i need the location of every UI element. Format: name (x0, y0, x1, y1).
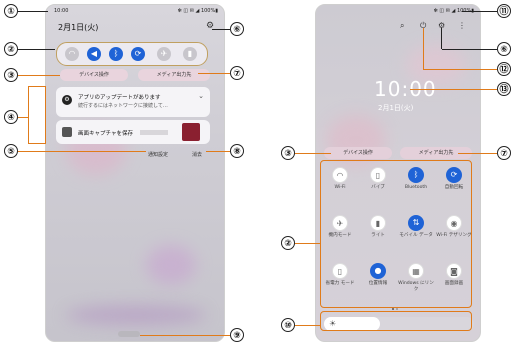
callout-line (18, 151, 146, 153)
callout-5: ⑤ (4, 144, 18, 158)
screenshot-thumbnail (182, 123, 200, 141)
notification-screenshot[interactable]: 画面キャプチャを保存 (56, 120, 210, 144)
quick-panel-row: ◠ ◀ ᛒ ⟳ ✈ ▮ (56, 42, 208, 66)
bracket-line (28, 86, 30, 144)
chevron-down-icon[interactable]: ⌄ (198, 92, 204, 100)
callout-8: ⑧ (230, 144, 244, 158)
callout-line (295, 325, 320, 327)
wallpaper-blob (146, 245, 196, 285)
callout-line (458, 153, 497, 155)
airplane-icon[interactable]: ✈ (157, 47, 171, 61)
callout-3-right: ③ (281, 146, 295, 160)
status-icons: ✻ ◫ ✉ ◢ 100%▮ (177, 8, 218, 14)
clear-all-button[interactable]: 消去 (192, 151, 202, 158)
callout-7: ⑦ (230, 66, 244, 80)
callout-line (441, 28, 442, 49)
callout-1: ① (4, 4, 18, 18)
callout-12: ⑫ (497, 62, 511, 76)
callout-line (442, 49, 497, 50)
progress-placeholder (140, 130, 168, 135)
notification-app-update[interactable]: ⚙ アプリのアップデートがあります 続行するにはネットワークに接続して… ⌄ (56, 87, 210, 117)
notification-title: 画面キャプチャを保存 (78, 131, 133, 137)
wallpaper-blob (66, 305, 206, 325)
callout-line (424, 69, 497, 71)
callout-11: ⑪ (497, 4, 511, 18)
callout-line (18, 11, 48, 12)
callout-10: ⑩ (281, 318, 295, 332)
callout-line (212, 29, 230, 30)
callout-6: ⑥ (230, 22, 244, 36)
callout-line (140, 335, 230, 337)
notification-title: アプリのアップデートがあります (78, 95, 161, 101)
callout-3: ③ (4, 68, 18, 82)
callout-line (295, 243, 320, 245)
callout-line (462, 11, 497, 12)
quick-panel-grid-highlight (320, 160, 472, 308)
callout-9: ⑨ (230, 328, 244, 342)
status-time: 10:00 (54, 8, 69, 14)
image-icon (62, 127, 72, 137)
callout-line (18, 49, 55, 50)
bluetooth-icon[interactable]: ᛒ (109, 47, 123, 61)
callout-line (198, 73, 230, 75)
callout-line (410, 89, 497, 91)
search-icon[interactable]: ⌕ (400, 21, 404, 31)
page-indicator (392, 308, 400, 310)
flashlight-icon[interactable]: ▮ (183, 47, 197, 61)
callout-2: ② (4, 42, 18, 56)
rotate-icon[interactable]: ⟳ (131, 47, 145, 61)
brightness-highlight (320, 311, 472, 331)
callout-line (295, 153, 331, 155)
callout-13: ⑬ (497, 82, 511, 96)
device-control-button[interactable]: デバイス操作 (324, 147, 392, 159)
bracket-line (28, 86, 46, 88)
callout-2-right: ② (281, 236, 295, 250)
callout-line (18, 75, 60, 77)
notification-settings-link[interactable]: 通知設定 (148, 151, 168, 158)
media-output-button[interactable]: メディア出力先 (138, 69, 210, 81)
sound-icon[interactable]: ◀ (87, 47, 101, 61)
bracket-line (28, 143, 46, 145)
callout-6-right: ⑥ (497, 42, 511, 56)
more-options-icon[interactable]: ⋮ (458, 21, 466, 30)
gear-icon: ⚙ (62, 95, 72, 105)
wifi-icon[interactable]: ◠ (65, 47, 79, 61)
notification-subtitle: 続行するにはネットワークに接続して… (78, 103, 168, 109)
callout-line (18, 117, 28, 119)
callout-7-right: ⑦ (497, 146, 511, 160)
callout-line (206, 151, 230, 153)
nav-handle[interactable] (118, 331, 140, 337)
callout-4: ④ (4, 110, 18, 124)
callout-line (423, 28, 425, 70)
bracket-line (45, 86, 47, 144)
date-label: 2月1日(火) (58, 23, 99, 32)
device-control-button[interactable]: デバイス操作 (60, 69, 128, 81)
left-phone-screen: 10:00 ✻ ◫ ✉ ◢ 100%▮ 2月1日(火) ⚙ ◠ ◀ ᛒ ⟳ ✈ … (45, 4, 225, 342)
date-label: 2月1日(火) (378, 104, 414, 112)
